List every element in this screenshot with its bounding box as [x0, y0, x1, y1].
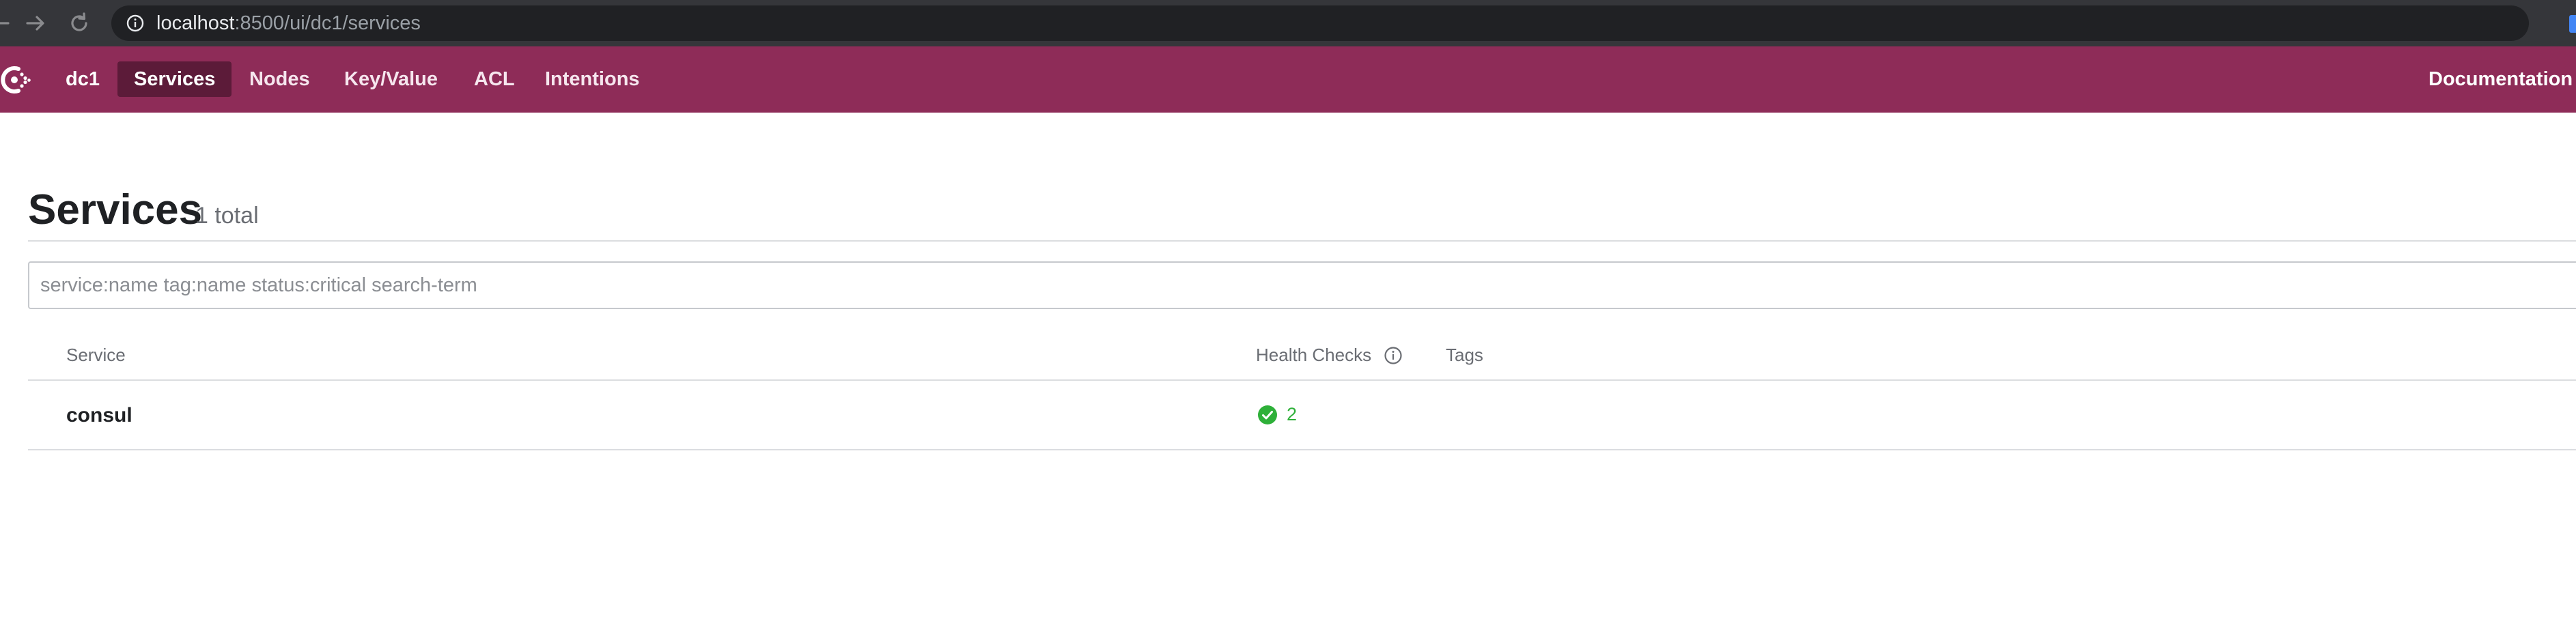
search-input[interactable]: [28, 261, 2576, 309]
title-divider: [28, 240, 2576, 242]
extension-icon[interactable]: [2569, 15, 2576, 33]
check-circle-icon: [1258, 405, 1277, 424]
url-text[interactable]: localhost:8500/ui/dc1/services: [156, 5, 421, 41]
column-header-service[interactable]: Service: [66, 345, 126, 366]
table-row-divider: [28, 449, 2576, 450]
forward-icon[interactable]: [22, 10, 49, 37]
reload-icon[interactable]: [66, 10, 93, 37]
app-header: dc1 Services Nodes Key/Value ACL Intenti…: [0, 46, 2576, 113]
consul-logo-icon[interactable]: [0, 61, 33, 98]
info-icon[interactable]: [1384, 346, 1403, 365]
tab-services[interactable]: Services: [117, 61, 232, 97]
address-bar[interactable]: localhost:8500/ui/dc1/services: [111, 5, 2529, 41]
tab-key-value[interactable]: Key/Value: [328, 61, 454, 97]
url-path: :8500/ui/dc1/services: [234, 12, 421, 34]
page-title: Services: [28, 186, 203, 233]
info-icon[interactable]: [126, 14, 144, 32]
table-header-divider: [28, 379, 2576, 381]
health-checks-passing-count: 2: [1287, 404, 1298, 424]
back-icon[interactable]: [0, 10, 14, 37]
url-host: localhost: [156, 12, 235, 34]
tab-nodes[interactable]: Nodes: [233, 61, 326, 97]
documentation-link[interactable]: Documentation: [2428, 46, 2573, 113]
service-name-link[interactable]: consul: [66, 404, 132, 427]
tab-acl[interactable]: ACL: [458, 61, 531, 97]
column-header-tags[interactable]: Tags: [1446, 345, 1483, 366]
service-count: 1 total: [195, 203, 259, 229]
browser-toolbar: localhost:8500/ui/dc1/services: [0, 0, 2576, 46]
tab-intentions[interactable]: Intentions: [529, 61, 656, 97]
column-header-health-checks[interactable]: Health Checks: [1256, 345, 1371, 366]
datacenter-selector[interactable]: dc1: [66, 46, 100, 113]
